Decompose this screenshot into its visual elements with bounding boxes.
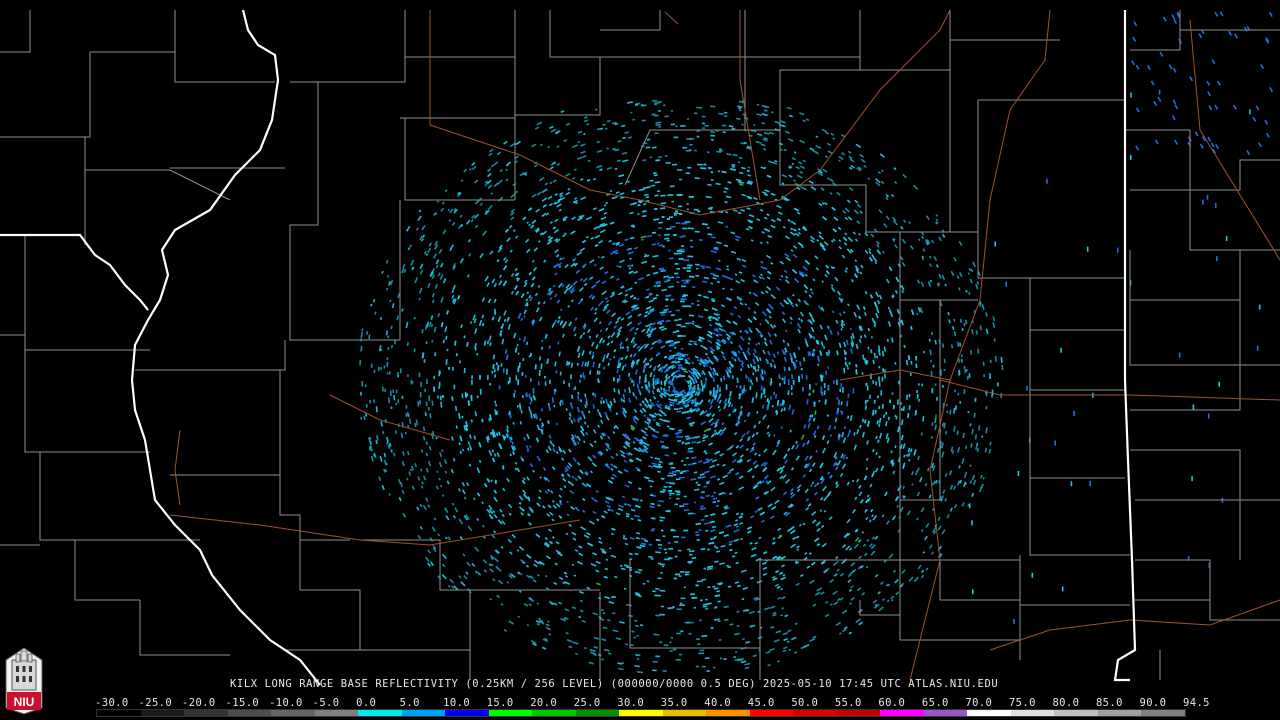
scale-label: 25.0 (573, 697, 601, 709)
scale-label: 45.0 (747, 697, 775, 709)
scale-label: 50.0 (791, 697, 819, 709)
scale-swatch (271, 710, 315, 716)
scale-label: 40.0 (704, 697, 732, 709)
scale-label: 0.0 (356, 697, 377, 709)
scale-label: -15.0 (225, 697, 260, 709)
scale-label: -30.0 (95, 697, 129, 709)
color-scale-labels: -30.0 -25.0 -20.0 -15.0 -10.0 -5.0 0.0 5.0 10.0 1… (95, 697, 1209, 709)
scale-label: 30.0 (617, 697, 645, 709)
scale-swatch (401, 710, 446, 716)
scale-label: 90.0 (1139, 697, 1167, 709)
scale-label: -25.0 (138, 697, 173, 709)
scale-swatch (140, 710, 185, 716)
scale-swatch (836, 710, 881, 716)
scale-swatch (227, 710, 272, 716)
scale-swatch (532, 710, 576, 716)
scale-swatch (184, 710, 228, 716)
scale-swatch (445, 710, 489, 716)
color-scale-bar (96, 709, 1186, 717)
scale-label: 55.0 (834, 697, 862, 709)
scale-label: 35.0 (660, 697, 688, 709)
product-caption: KILX LONG RANGE BASE REFLECTIVITY (0.25K… (230, 678, 999, 690)
scale-swatch (1097, 710, 1142, 716)
radar-site-marker (673, 377, 687, 391)
logo-text: NIU (14, 695, 35, 709)
scale-swatch (967, 710, 1011, 716)
scale-label: 75.0 (1008, 697, 1036, 709)
scale-swatch (880, 710, 924, 716)
scale-swatch (1141, 710, 1185, 716)
scale-label: 20.0 (530, 697, 558, 709)
scale-label: 60.0 (878, 697, 906, 709)
scale-swatch (358, 710, 402, 716)
scale-swatch (749, 710, 794, 716)
scale-swatch (488, 710, 533, 716)
scale-swatch (97, 710, 141, 716)
scale-swatch (575, 710, 620, 716)
scale-swatch (1054, 710, 1098, 716)
scale-swatch (314, 710, 359, 716)
scale-swatch (793, 710, 837, 716)
scale-label: 85.0 (1095, 697, 1123, 709)
scale-swatch (706, 710, 750, 716)
scale-label: 5.0 (399, 697, 420, 709)
scale-label: 15.0 (486, 697, 514, 709)
scale-label: 65.0 (921, 697, 949, 709)
scale-label: 70.0 (965, 697, 993, 709)
scale-swatch (619, 710, 663, 716)
scale-label: 10.0 (443, 697, 471, 709)
scale-swatch (923, 710, 968, 716)
niu-logo: NIU (5, 647, 43, 715)
scale-label: -10.0 (269, 697, 303, 709)
radar-map (0, 0, 1280, 720)
scale-label: 80.0 (1052, 697, 1080, 709)
scale-swatch (1010, 710, 1055, 716)
scale-label: 94.5 (1183, 697, 1210, 709)
scale-label: -20.0 (182, 697, 216, 709)
scale-swatch (662, 710, 707, 716)
scale-label: -5.0 (312, 697, 340, 709)
